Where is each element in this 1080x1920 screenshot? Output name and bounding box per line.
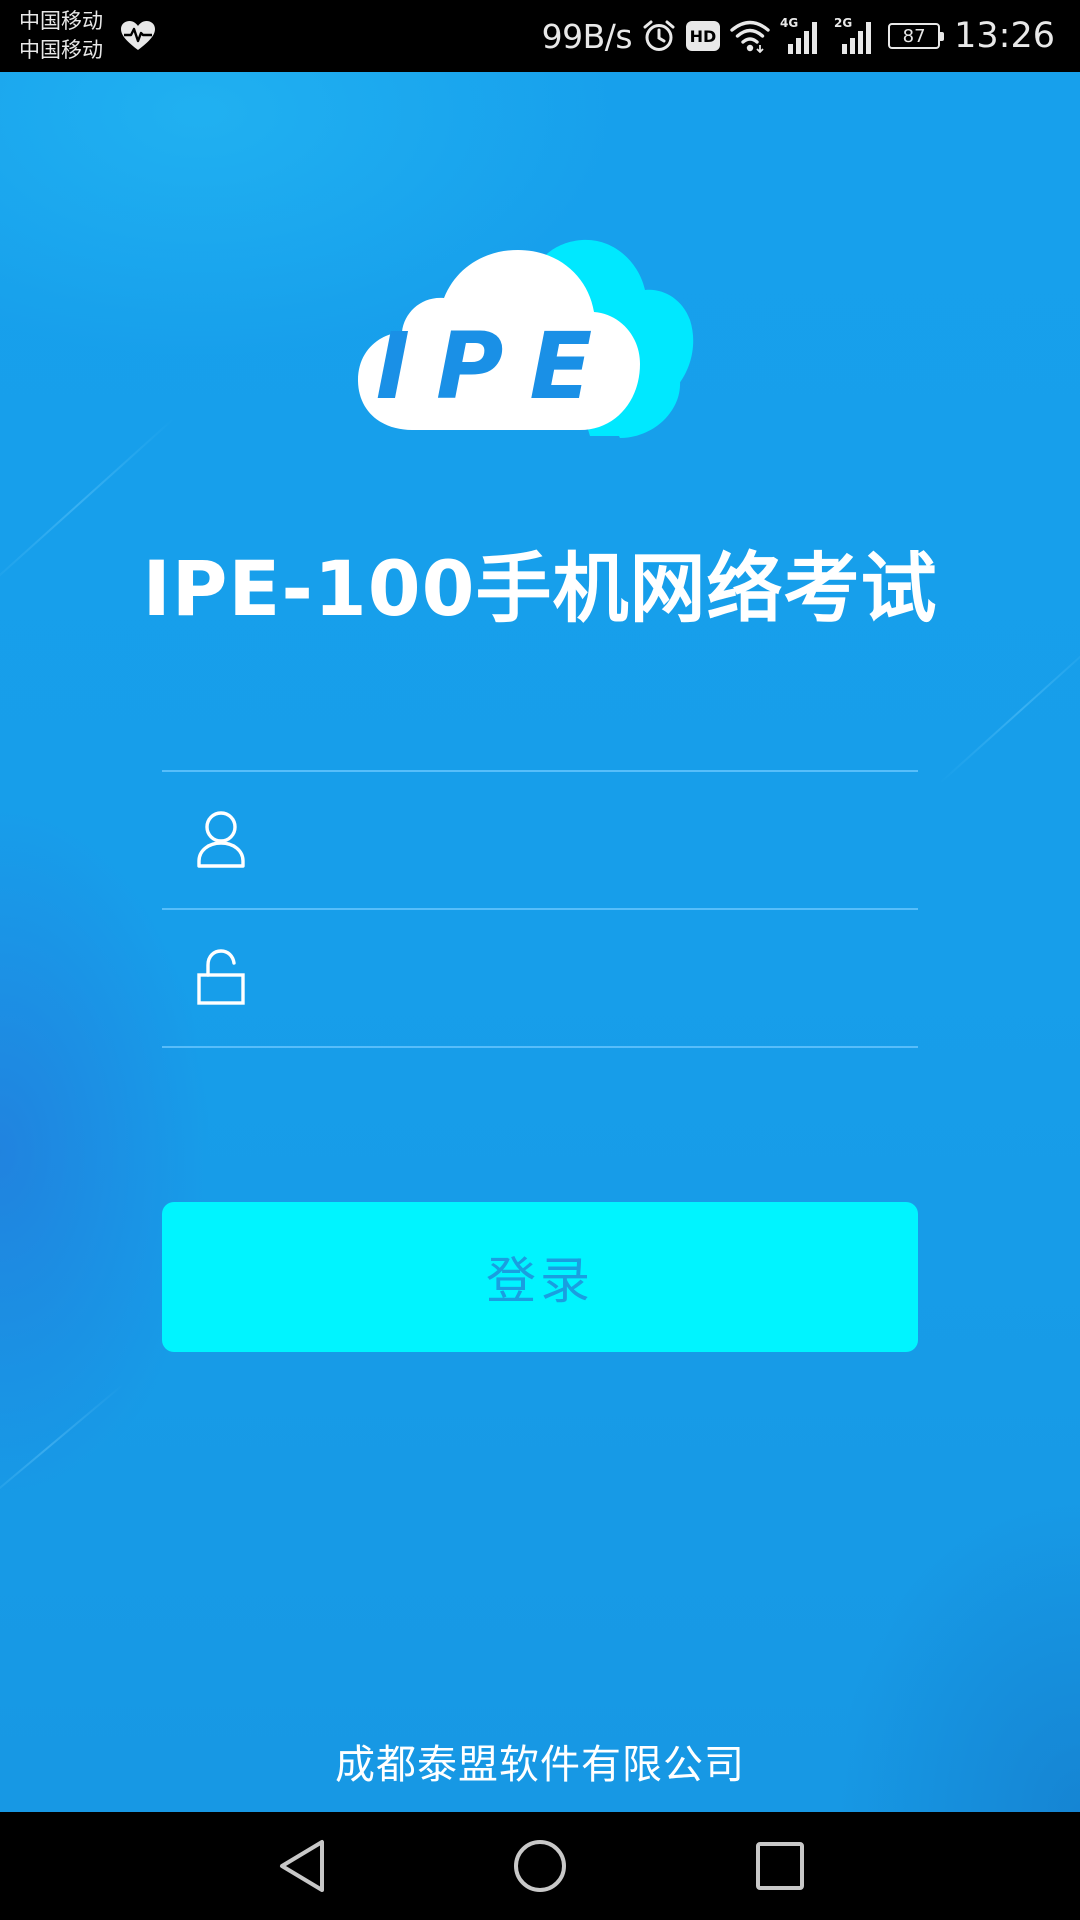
company-name: 成都泰盟软件有限公司 (335, 1742, 745, 1788)
phone-screen: 中国移动 中国移动 99B/s HD 4G 2G 87 13:26 IPE IP… (0, 0, 1080, 1920)
ipe-cloud-logo: IPE (358, 239, 694, 438)
username-row (162, 772, 918, 906)
carrier-2: 中国移动 (19, 38, 103, 62)
battery-level: 87 (902, 25, 926, 47)
divider-bottom (162, 1046, 918, 1048)
signal-1-label: 4G (780, 16, 798, 30)
clock: 13:26 (954, 16, 1055, 56)
logo-text: IPE (376, 313, 619, 420)
login-screen: IPE IPE-100手机网络考试 登录 成都泰盟软件有限公司 (0, 72, 1080, 1812)
login-button[interactable]: 登录 (162, 1202, 918, 1352)
recents-square-icon[interactable] (744, 1830, 816, 1902)
back-triangle-icon[interactable] (264, 1830, 336, 1902)
heart-rate-icon (121, 21, 155, 50)
status-icons: 99B/s HD 4G 2G 87 13:26 (542, 0, 1055, 72)
home-circle-icon[interactable] (504, 1830, 576, 1902)
lock-icon (197, 949, 245, 1005)
navigation-bar (0, 1812, 1080, 1920)
carrier-info: 中国移动 中国移动 (19, 7, 103, 65)
carrier-1: 中国移动 (19, 9, 103, 33)
password-row (162, 910, 918, 1044)
alarm-icon (643, 20, 675, 51)
wifi-icon (730, 20, 770, 53)
decorative-line (939, 635, 1080, 784)
signal-2-label: 2G (834, 16, 852, 30)
app-title: IPE-100手机网络考试 (142, 544, 938, 633)
password-input[interactable] (276, 926, 908, 1028)
battery-icon: 87 (888, 23, 945, 49)
signal-2g-icon: 2G (834, 16, 872, 54)
signal-4g-icon: 4G (780, 16, 818, 54)
status-bar: 中国移动 中国移动 99B/s HD 4G 2G 87 13:26 (0, 0, 1080, 72)
user-icon (197, 811, 245, 868)
hd-icon: HD (686, 21, 721, 51)
decorative-line (0, 1383, 124, 1514)
hd-label: HD (690, 27, 717, 46)
net-speed: 99B/s (541, 16, 633, 56)
username-input[interactable] (276, 788, 908, 890)
